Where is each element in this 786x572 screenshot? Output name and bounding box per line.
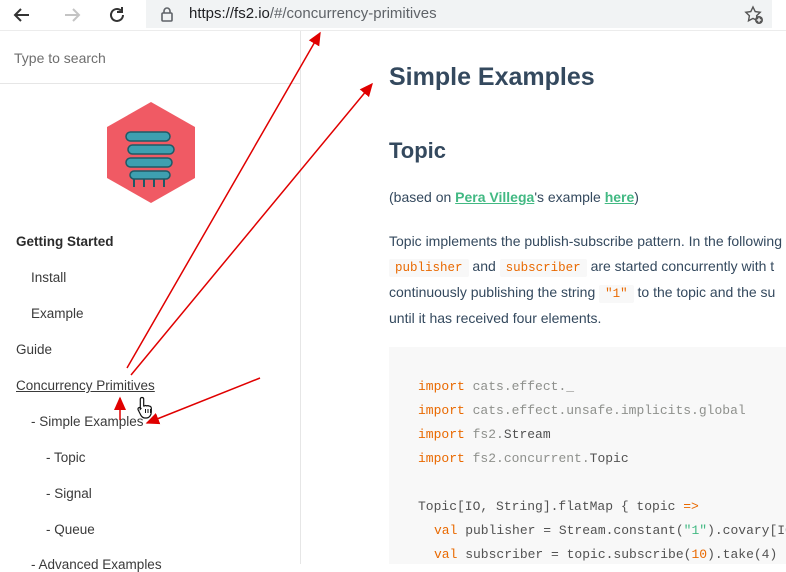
code-line: import fs2.concurrent.Topic: [418, 451, 629, 466]
code-block: import cats.effect._ import cats.effect.…: [389, 347, 786, 564]
attribution-suffix: ): [634, 189, 639, 205]
code-line: val subscriber = topic.subscribe(10).tak…: [434, 547, 778, 562]
sidebar-item-getting-started[interactable]: Getting Started: [16, 234, 114, 249]
address-bar[interactable]: https://fs2.io/#/concurrency-primitives: [146, 0, 772, 28]
sidebar: Getting Started Install Example Guide Co…: [0, 31, 301, 572]
sidebar-item-concurrency-primitives[interactable]: Concurrency Primitives: [16, 378, 155, 393]
reload-icon: [110, 7, 124, 22]
lock-icon: [161, 7, 173, 22]
fs2-logo: [107, 102, 195, 203]
forward-button[interactable]: [60, 3, 84, 27]
hand-pointer-icon: [137, 396, 152, 419]
arrow-left-icon: [13, 8, 29, 22]
code-line: import cats.effect.unsafe.implicits.glob…: [418, 403, 746, 418]
inline-code-publisher: publisher: [389, 259, 469, 277]
code-line: Topic[IO, String].flatMap { topic =>: [418, 499, 699, 514]
sidebar-item-simple-examples[interactable]: - Simple Examples: [31, 414, 144, 429]
description-line-1: Topic implements the publish-subscribe p…: [389, 233, 782, 249]
back-button[interactable]: [10, 3, 34, 27]
description-line-2: publisher and subscriber are started con…: [389, 258, 775, 277]
page-title: Simple Examples: [389, 63, 595, 91]
sidebar-item-guide[interactable]: Guide: [16, 342, 52, 357]
sidebar-item-topic[interactable]: - Topic: [46, 450, 86, 465]
text-line3-post: to the topic and the su: [637, 284, 776, 300]
code-line: import cats.effect._: [418, 379, 575, 394]
attribution-prefix: (based on: [389, 189, 456, 205]
url-host: https://fs2.io: [189, 5, 270, 22]
search-box: [0, 31, 300, 84]
reload-button[interactable]: [105, 3, 129, 27]
sidebar-item-advanced-examples[interactable]: - Advanced Examples: [31, 557, 162, 572]
attribution-paragraph: (based on Pera Villega's example here): [389, 189, 639, 205]
main-content: Simple Examples Topic (based on Pera Vil…: [301, 31, 786, 564]
example-link[interactable]: here: [605, 189, 635, 205]
browser-toolbar: https://fs2.io/#/concurrency-primitives: [0, 0, 786, 31]
spring-graphic: [125, 131, 175, 187]
text-and: and: [472, 258, 496, 274]
sidebar-item-example[interactable]: Example: [31, 306, 84, 321]
sidebar-item-queue[interactable]: - Queue: [46, 522, 95, 537]
author-link[interactable]: Pera Villega: [455, 189, 534, 205]
inline-code-string-1: "1": [599, 285, 634, 303]
description-line-3: continuously publishing the string "1" t…: [389, 284, 776, 303]
text-line2-rest: are started concurrently with t: [590, 258, 775, 274]
inline-code-subscriber: subscriber: [499, 259, 587, 277]
text-line3-pre: continuously publishing the string: [389, 284, 596, 300]
section-heading-topic: Topic: [389, 138, 447, 163]
code-line: import fs2.Stream: [418, 427, 551, 442]
url-path: /#/concurrency-primitives: [269, 5, 437, 22]
code-line: val publisher = Stream.constant("1").cov…: [434, 523, 786, 538]
arrow-right-icon: [65, 8, 81, 22]
add-favorite-icon[interactable]: [744, 5, 764, 25]
url-text: https://fs2.io/#/concurrency-primitives: [189, 5, 437, 22]
attribution-mid: 's example: [534, 189, 605, 205]
sidebar-item-install[interactable]: Install: [31, 270, 66, 285]
search-input[interactable]: [14, 47, 284, 69]
description-line-4: until it has received four elements.: [389, 310, 602, 326]
sidebar-item-signal[interactable]: - Signal: [46, 486, 92, 501]
